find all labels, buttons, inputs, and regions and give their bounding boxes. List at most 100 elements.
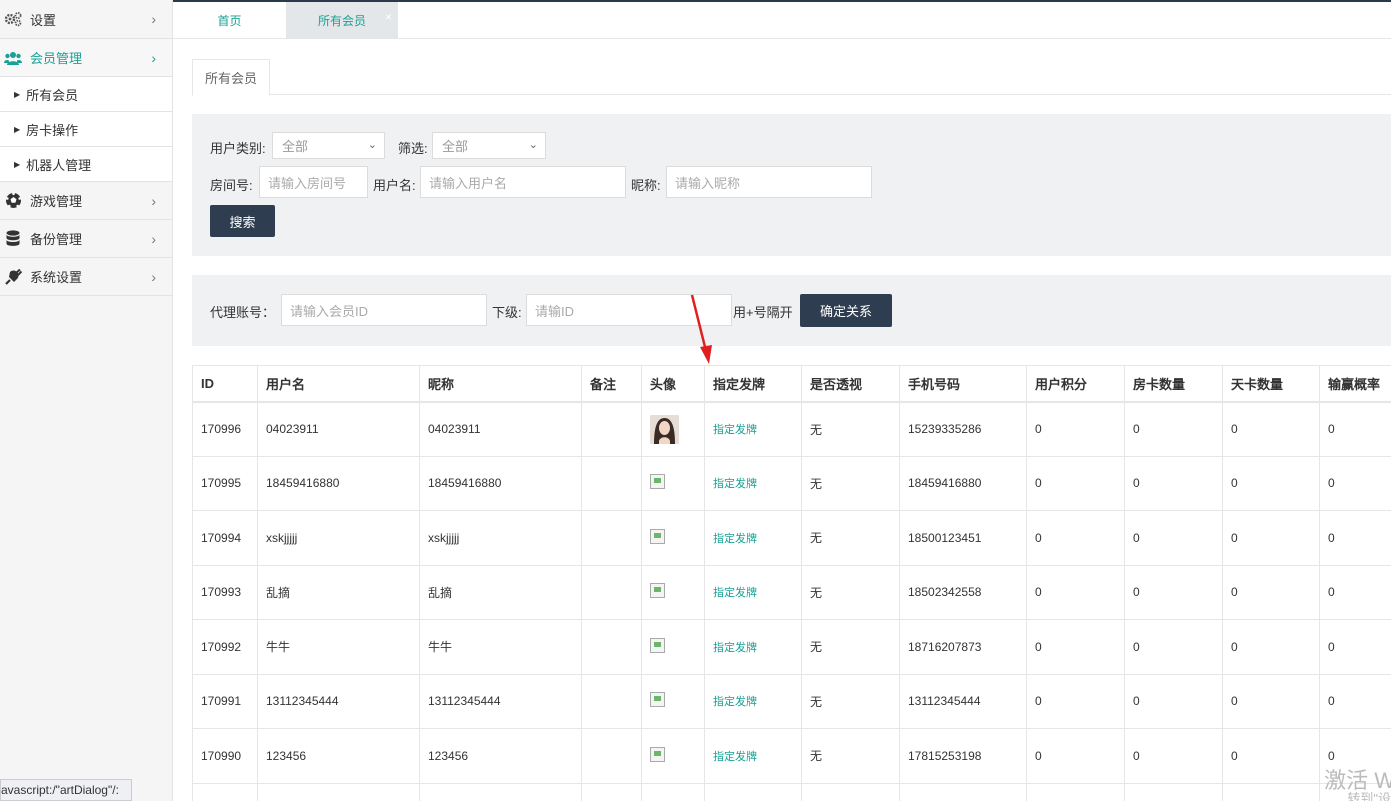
annotation-arrow-icon [690,294,712,364]
cell-note [581,455,642,511]
sidebar-subitem-robot[interactable]: ▶ 机器人管理 [0,147,172,182]
cell-phone: 13112345444 [899,673,1027,729]
cell-points: 0 [1026,401,1125,457]
sidebar-item-member-management[interactable]: 会员管理 › [0,39,172,77]
database-icon [4,230,22,248]
header-room-cards[interactable]: 房卡数量 [1124,365,1223,403]
header-id[interactable]: ID [192,365,258,403]
filter-select-value: 全部 [442,139,469,154]
filter-select[interactable]: 全部 ⌄ [432,132,546,159]
cell-room-cards: 0 [1124,455,1223,511]
agent-account-input[interactable]: 请输入会员ID [281,294,487,326]
cell-room-cards: 0 [1124,401,1223,457]
cell-empty [192,782,258,801]
cell-winrate: 0 [1319,455,1391,511]
broken-image-icon[interactable] [650,528,665,544]
header-xray[interactable]: 是否透视 [801,365,900,403]
cell-empty [704,782,802,801]
tab-all-members[interactable]: 所有会员 × [286,2,398,38]
username-label: 用户名: [373,178,416,193]
header-avatar[interactable]: 头像 [641,365,705,403]
members-table: ID 用户名 昵称 备注 头像 指定发牌 是否透视 手机号码 用户积分 房卡数量… [192,365,1391,801]
cell-id: 170991 [192,673,258,729]
cell-points: 0 [1026,564,1125,620]
assign-cards-link[interactable]: 指定发牌 [704,564,802,620]
cell-phone: 18716207873 [899,619,1027,675]
cell-note [581,401,642,457]
broken-image-icon[interactable] [650,692,665,708]
assign-cards-link[interactable]: 指定发牌 [704,510,802,566]
cell-id: 170996 [192,401,258,457]
header-winrate[interactable]: 输赢概率 [1319,365,1391,403]
avatar[interactable] [650,414,679,444]
sidebar-subitem-all-members[interactable]: ▶ 所有会员 [0,77,172,112]
broken-image-icon[interactable] [650,746,665,762]
table-row: 170992 牛牛 牛牛 指定发牌 无 18716207873 0 0 0 0 [192,619,1391,675]
cell-day-cards: 0 [1222,510,1320,566]
close-icon[interactable]: × [385,10,392,24]
cell-avatar [641,455,705,511]
cell-empty [1124,782,1223,801]
nickname-input[interactable]: 请输入昵称 [666,166,872,198]
plug-icon [4,268,22,286]
sidebar-item-game-management[interactable]: 游戏管理 › [0,182,172,220]
room-number-input[interactable]: 请输入房间号 [259,166,368,198]
header-day-cards[interactable]: 天卡数量 [1222,365,1320,403]
cell-note [581,728,642,784]
top-tab-bar: 首页 所有会员 × [173,0,1391,39]
sidebar-subitem-label: 房卡操作 [26,122,79,138]
cell-empty [1222,782,1320,801]
chevron-right-icon: › [151,11,156,27]
triangle-right-icon: ▶ [14,159,21,169]
assign-cards-link[interactable]: 指定发牌 [704,728,802,784]
header-points[interactable]: 用户积分 [1026,365,1125,403]
header-nickname[interactable]: 昵称 [419,365,582,403]
cell-points: 0 [1026,728,1125,784]
confirm-relation-button[interactable]: 确定关系 [800,294,892,327]
cell-avatar [641,564,705,620]
sidebar-subitem-room-card[interactable]: ▶ 房卡操作 [0,112,172,147]
cell-id: 170993 [192,564,258,620]
triangle-right-icon: ▶ [14,89,21,99]
broken-image-icon[interactable] [650,474,665,490]
search-button[interactable]: 搜索 [210,205,275,237]
page-tab-bar: 所有会员 [192,59,1391,96]
header-note[interactable]: 备注 [581,365,642,403]
page-tab-all-members[interactable]: 所有会员 [192,59,270,96]
cell-xray: 无 [801,673,900,729]
assign-cards-link[interactable]: 指定发牌 [704,455,802,511]
sidebar-item-system-settings[interactable]: 系统设置 › [0,258,172,296]
cell-avatar [641,619,705,675]
separator-hint: 用+号隔开 [733,305,793,320]
sidebar-item-label: 备份管理 [30,232,83,247]
chevron-right-icon: › [151,50,156,66]
sidebar-item-backup-management[interactable]: 备份管理 › [0,220,172,258]
assign-cards-link[interactable]: 指定发牌 [704,401,802,457]
assign-cards-link[interactable]: 指定发牌 [704,619,802,675]
cell-id: 170992 [192,619,258,675]
cell-nickname: 123456 [419,728,582,784]
cell-avatar [641,401,705,457]
cell-phone: 18502342558 [899,564,1027,620]
user-type-select[interactable]: 全部 ⌄ [272,132,385,159]
header-assign-cards[interactable]: 指定发牌 [704,365,802,403]
cell-username: 18459416880 [257,455,420,511]
cell-empty [419,782,582,801]
tab-home[interactable]: 首页 [173,2,286,38]
assign-cards-link[interactable]: 指定发牌 [704,673,802,729]
cell-id: 170990 [192,728,258,784]
broken-image-icon[interactable] [650,583,665,599]
soccer-ball-icon [4,192,22,210]
header-username[interactable]: 用户名 [257,365,420,403]
broken-image-icon[interactable] [650,637,665,653]
cell-winrate: 0 [1319,401,1391,457]
sidebar-item-settings[interactable]: 设置 › [0,0,172,39]
header-phone[interactable]: 手机号码 [899,365,1027,403]
cell-winrate: 0 [1319,510,1391,566]
username-input[interactable]: 请输入用户名 [420,166,626,198]
table-header-row: ID 用户名 昵称 备注 头像 指定发牌 是否透视 手机号码 用户积分 房卡数量… [192,365,1391,403]
user-type-label: 用户类别: [210,141,266,156]
cell-xray: 无 [801,510,900,566]
gears-icon [4,10,22,28]
sidebar-item-label: 会员管理 [30,51,83,66]
